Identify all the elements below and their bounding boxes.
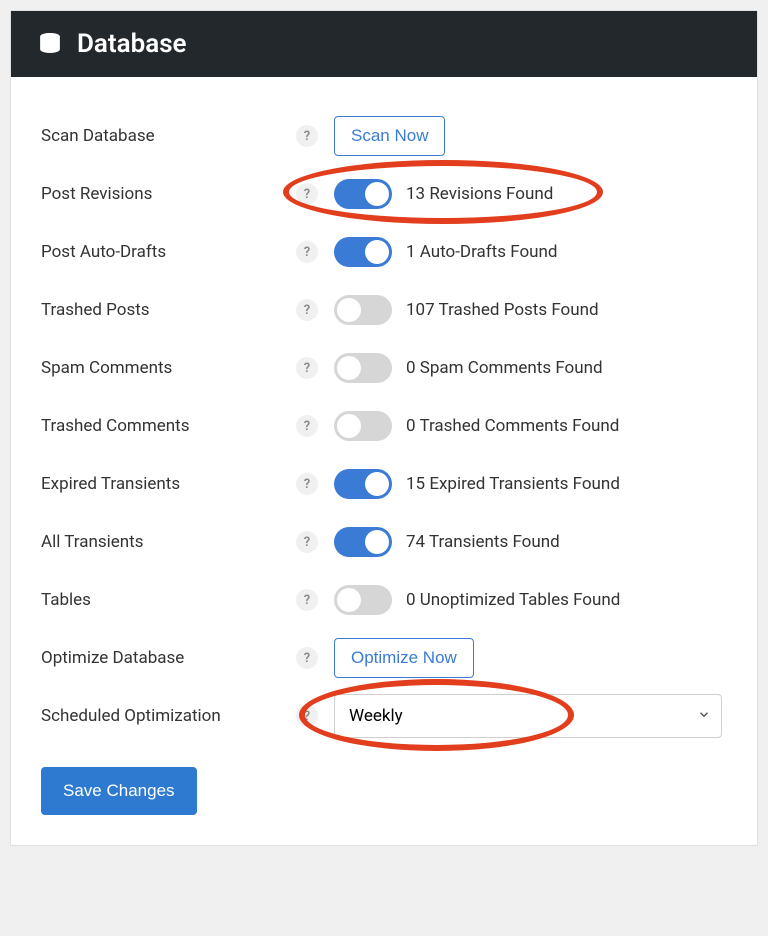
help-icon[interactable]: ? (296, 357, 318, 379)
toggle-trashed-posts[interactable] (334, 295, 392, 325)
help-icon[interactable]: ? (296, 241, 318, 263)
label-spam: Spam Comments (41, 358, 296, 378)
status-auto-drafts: 1 Auto-Drafts Found (406, 242, 558, 262)
help-icon[interactable]: ? (296, 183, 318, 205)
label-all-transients: All Transients (41, 532, 296, 552)
toggle-trashed-comments[interactable] (334, 411, 392, 441)
status-spam-comments: 0 Spam Comments Found (406, 358, 603, 378)
row-auto-drafts: Post Auto-Drafts ? 1 Auto-Drafts Found (41, 223, 727, 281)
help-icon[interactable]: ? (296, 531, 318, 553)
help-icon[interactable]: ? (296, 589, 318, 611)
toggle-expired-transients[interactable] (334, 469, 392, 499)
status-trashed-posts: 107 Trashed Posts Found (406, 300, 599, 320)
schedule-select[interactable]: Weekly (334, 694, 722, 738)
toggle-all-transients[interactable] (334, 527, 392, 557)
database-panel: Database Scan Database ? Scan Now Post R… (10, 10, 758, 846)
row-scan-database: Scan Database ? Scan Now (41, 107, 727, 165)
label-scan: Scan Database (41, 126, 296, 146)
label-optimize: Optimize Database (41, 648, 296, 668)
status-tables: 0 Unoptimized Tables Found (406, 590, 620, 610)
toggle-post-revisions[interactable] (334, 179, 392, 209)
toggle-auto-drafts[interactable] (334, 237, 392, 267)
row-expired-transients: Expired Transients ? 15 Expired Transien… (41, 455, 727, 513)
help-icon[interactable]: ? (296, 299, 318, 321)
row-trashed-comments: Trashed Comments ? 0 Trashed Comments Fo… (41, 397, 727, 455)
row-optimize-database: Optimize Database ? Optimize Now (41, 629, 727, 687)
status-trashed-comments: 0 Trashed Comments Found (406, 416, 619, 436)
label-autodrafts: Post Auto-Drafts (41, 242, 296, 262)
row-all-transients: All Transients ? 74 Transients Found (41, 513, 727, 571)
status-post-revisions: 13 Revisions Found (406, 184, 553, 204)
label-trashed-posts: Trashed Posts (41, 300, 296, 320)
panel-header: Database (11, 11, 757, 77)
help-icon[interactable]: ? (296, 125, 318, 147)
row-scheduled-optimization: Scheduled Optimization ? Weekly (41, 687, 727, 745)
panel-body: Scan Database ? Scan Now Post Revisions … (11, 77, 757, 845)
panel-title: Database (77, 29, 187, 59)
help-icon[interactable]: ? (296, 415, 318, 437)
help-icon[interactable]: ? (296, 705, 318, 727)
save-changes-button[interactable]: Save Changes (41, 767, 197, 815)
help-icon[interactable]: ? (296, 647, 318, 669)
label-trashed-comments: Trashed Comments (41, 416, 296, 436)
toggle-tables[interactable] (334, 585, 392, 615)
status-all-transients: 74 Transients Found (406, 532, 560, 552)
row-tables: Tables ? 0 Unoptimized Tables Found (41, 571, 727, 629)
database-icon (37, 31, 63, 57)
scan-now-button[interactable]: Scan Now (334, 116, 445, 156)
help-icon[interactable]: ? (296, 473, 318, 495)
row-spam-comments: Spam Comments ? 0 Spam Comments Found (41, 339, 727, 397)
optimize-now-button[interactable]: Optimize Now (334, 638, 474, 678)
label-revisions: Post Revisions (41, 184, 296, 204)
row-post-revisions: Post Revisions ? 13 Revisions Found (41, 165, 727, 223)
toggle-spam-comments[interactable] (334, 353, 392, 383)
row-trashed-posts: Trashed Posts ? 107 Trashed Posts Found (41, 281, 727, 339)
status-expired-transients: 15 Expired Transients Found (406, 474, 620, 494)
label-tables: Tables (41, 590, 296, 610)
label-expired-transients: Expired Transients (41, 474, 296, 494)
label-schedule: Scheduled Optimization (41, 706, 296, 726)
